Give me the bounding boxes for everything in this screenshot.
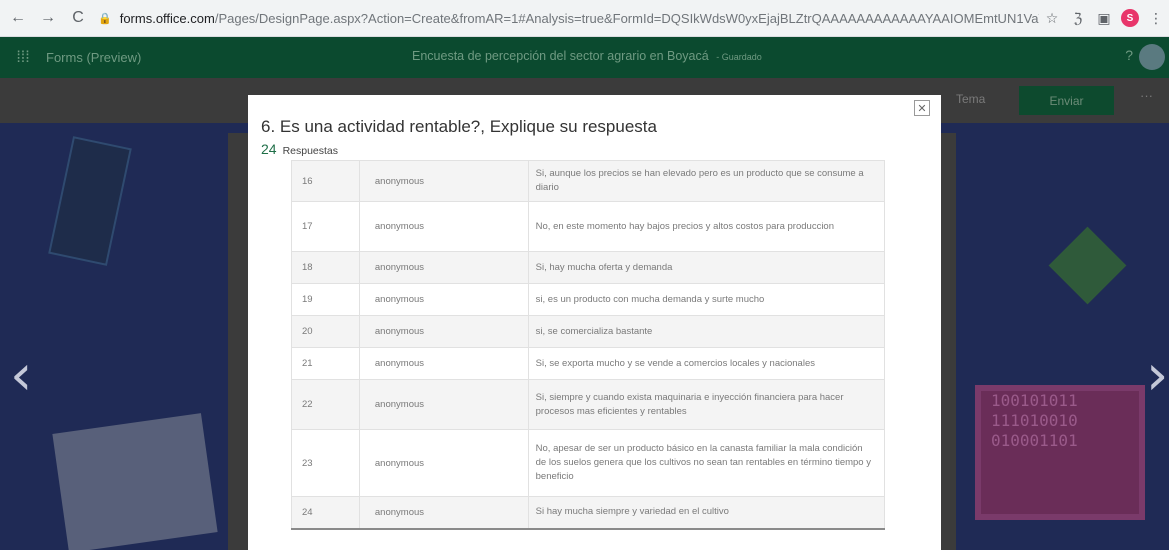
documents-illustration xyxy=(52,413,218,550)
table-row: 23 anonymous No, apesar de ser un produc… xyxy=(291,429,886,497)
row-id: 16 xyxy=(291,160,360,202)
response-count-label: Respuestas xyxy=(282,145,339,157)
responses-table-container[interactable]: 16 anonymous Si, aunque los precios se h… xyxy=(291,160,929,535)
binary-line: 100101011 xyxy=(991,391,1078,410)
row-user: anonymous xyxy=(358,379,529,430)
close-icon[interactable]: ✕ xyxy=(914,100,930,116)
row-user: anonymous xyxy=(358,160,529,202)
row-user: anonymous xyxy=(358,201,529,252)
more-options-icon[interactable]: ··· xyxy=(1140,88,1153,103)
avatar: S xyxy=(1121,9,1139,27)
address-bar[interactable]: 🔒 forms.office.com /Pages/DesignPage.asp… xyxy=(98,5,1039,31)
url-path: /Pages/DesignPage.aspx?Action=Create&fro… xyxy=(214,10,1039,26)
help-icon[interactable]: ? xyxy=(1125,47,1133,63)
form-title: Encuesta de percepción del sector agrari… xyxy=(412,49,762,63)
row-id: 23 xyxy=(291,429,360,497)
row-user: anonymous xyxy=(358,496,529,530)
back-icon[interactable]: ← xyxy=(6,6,30,30)
responses-dialog: ✕ 6. Es una actividad rentable?, Expliqu… xyxy=(248,95,941,550)
star-icon[interactable]: ☆ xyxy=(1039,5,1065,31)
theme-button[interactable]: Tema xyxy=(956,92,985,106)
row-user: anonymous xyxy=(358,347,529,380)
row-id: 20 xyxy=(291,315,360,348)
table-row: 18 anonymous Si, hay mucha oferta y dema… xyxy=(291,251,886,284)
row-user: anonymous xyxy=(358,429,529,497)
row-response: si, es un producto con mucha demanda y s… xyxy=(527,283,886,316)
row-response: No, apesar de ser un producto básico en … xyxy=(527,429,886,497)
binary-line: 111010010 xyxy=(991,411,1078,430)
table-row: 16 anonymous Si, aunque los precios se h… xyxy=(291,160,886,202)
row-id: 18 xyxy=(291,251,360,284)
row-response: Si, se exporta mucho y se vende a comerc… xyxy=(527,347,886,380)
table-row: 20 anonymous si, se comercializa bastant… xyxy=(291,315,886,348)
saved-status: - Guardado xyxy=(716,52,762,62)
monitor-illustration: 100101011 111010010 010001101 xyxy=(975,385,1145,520)
table-row: 21 anonymous Si, se exporta mucho y se v… xyxy=(291,347,886,380)
extension-icon[interactable]: ℨ xyxy=(1065,5,1091,31)
row-id: 24 xyxy=(291,496,360,530)
row-response: Si, aunque los precios se han elevado pe… xyxy=(527,160,886,202)
app-launcher-icon[interactable]: ⁞⁞⁞ xyxy=(0,37,46,78)
bookmark-extension-icon[interactable]: ▣ xyxy=(1091,5,1117,31)
menu-icon[interactable]: ⋮ xyxy=(1143,5,1169,31)
table-row: 17 anonymous No, en este momento hay baj… xyxy=(291,201,886,252)
response-count: 24 Respuestas xyxy=(261,141,338,157)
user-avatar[interactable] xyxy=(1139,44,1165,70)
reload-icon[interactable]: C xyxy=(66,6,90,30)
row-response: si, se comercializa bastante xyxy=(527,315,886,348)
next-arrow-icon[interactable]: › xyxy=(1146,343,1168,408)
row-user: anonymous xyxy=(358,283,529,316)
form-title-text: Encuesta de percepción del sector agrari… xyxy=(412,49,709,63)
tablet-illustration xyxy=(48,136,132,266)
response-count-number: 24 xyxy=(261,141,277,157)
binary-line: 010001101 xyxy=(991,431,1078,450)
table-row: 19 anonymous si, es un producto con much… xyxy=(291,283,886,316)
lock-icon: 🔒 xyxy=(98,12,112,25)
row-id: 22 xyxy=(291,379,360,430)
send-button[interactable]: Enviar xyxy=(1019,86,1114,115)
row-user: anonymous xyxy=(358,251,529,284)
forward-icon[interactable]: → xyxy=(36,6,60,30)
row-id: 17 xyxy=(291,201,360,252)
previous-arrow-icon[interactable]: ‹ xyxy=(10,343,32,408)
browser-toolbar: ← → C 🔒 forms.office.com /Pages/DesignPa… xyxy=(0,0,1169,37)
table-row: 22 anonymous Si, siempre y cuando exista… xyxy=(291,379,886,430)
app-header: ⁞⁞⁞ Forms (Preview) Encuesta de percepci… xyxy=(0,37,1169,78)
row-user: anonymous xyxy=(358,315,529,348)
table-row: 24 anonymous Si hay mucha siempre y vari… xyxy=(291,496,886,530)
row-response: Si, siempre y cuando exista maquinaria e… xyxy=(527,379,886,430)
question-title: 6. Es una actividad rentable?, Explique … xyxy=(261,117,657,136)
row-response: No, en este momento hay bajos precios y … xyxy=(527,201,886,252)
row-id: 21 xyxy=(291,347,360,380)
row-response: Si, hay mucha oferta y demanda xyxy=(527,251,886,284)
plant-illustration xyxy=(1048,226,1127,305)
profile-button[interactable]: S xyxy=(1117,5,1143,31)
app-name[interactable]: Forms (Preview) xyxy=(46,50,141,65)
responses-table: 16 anonymous Si, aunque los precios se h… xyxy=(291,160,886,530)
row-response: Si hay mucha siempre y variedad en el cu… xyxy=(527,496,886,530)
url-host: forms.office.com xyxy=(119,10,215,26)
row-id: 19 xyxy=(291,283,360,316)
